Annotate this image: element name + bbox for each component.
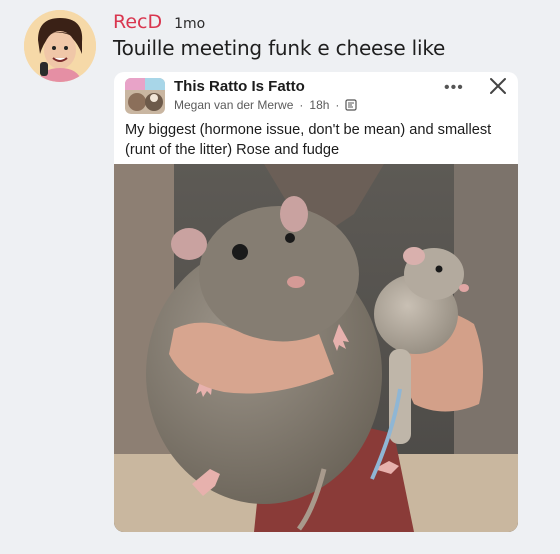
post-meta: Megan van der Merwe · 18h · — [174, 98, 358, 112]
separator: · — [299, 98, 304, 112]
comment-text: Touille meeting funk e cheese like — [113, 36, 446, 60]
post-photo[interactable] — [114, 164, 518, 532]
avatar[interactable] — [24, 10, 96, 82]
post-time[interactable]: 18h — [309, 98, 329, 112]
username[interactable]: RecD — [113, 11, 162, 33]
post-text: My biggest (hormone issue, don't be mean… — [125, 122, 492, 158]
post-header: This Ratto Is Fatto Megan van der Merwe … — [114, 72, 518, 164]
comment-age: 1mo — [174, 16, 206, 32]
post-author[interactable]: Megan van der Merwe — [174, 98, 293, 112]
globe-icon — [345, 99, 358, 111]
group-avatar[interactable] — [125, 78, 165, 114]
separator: · — [335, 98, 340, 112]
more-icon[interactable]: ••• — [444, 79, 464, 97]
avatar-icon — [24, 10, 96, 82]
close-icon[interactable] — [486, 74, 510, 98]
comment-header: RecD 1mo — [113, 11, 205, 33]
group-avatar-icon — [125, 78, 165, 114]
group-name[interactable]: This Ratto Is Fatto — [174, 78, 305, 95]
shared-post-card[interactable]: This Ratto Is Fatto Megan van der Merwe … — [114, 72, 518, 532]
